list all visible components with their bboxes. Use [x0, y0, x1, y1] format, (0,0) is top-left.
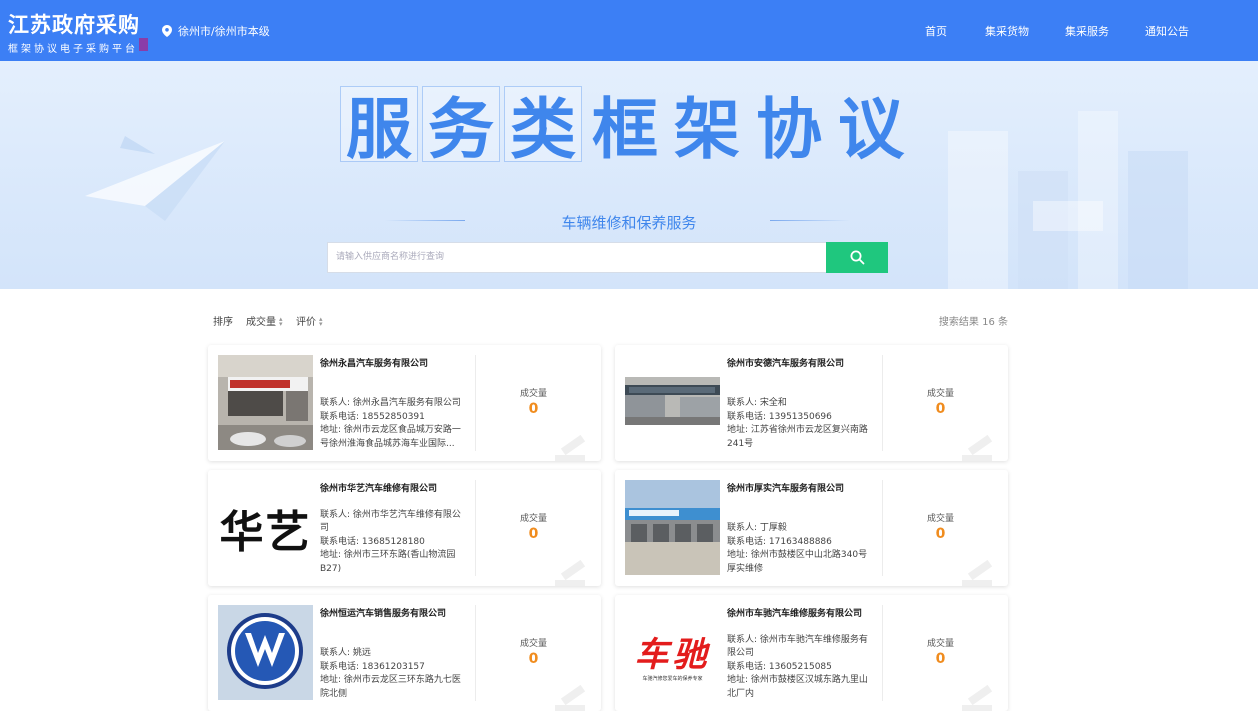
gavel-watermark-icon [555, 559, 586, 586]
site-logo-title[interactable]: 江苏政府采购 [8, 9, 140, 39]
supplier-card[interactable]: 徐州市厚实汽车服务有限公司 联系人: 丁厚毅 联系电话: 17163488886… [615, 470, 1008, 586]
deal-count-label: 成交量 [926, 514, 954, 524]
supplier-name[interactable]: 徐州市华艺汽车维修有限公司 [320, 481, 570, 494]
supplier-card[interactable]: 徐州市安德汽车服务有限公司 联系人: 宋全和 联系电话: 13951350696… [615, 345, 1008, 461]
chechi-logo-tagline: 车驰汽修您爱车的保养专家 [642, 676, 703, 682]
supplier-phone: 联系电话: 13685128180 [320, 536, 425, 547]
site-logo-subtitle: 框架协议电子采购平台 [8, 44, 138, 55]
supplier-address: 地址: 徐州市云龙区三环东路九七医院北侧 [320, 675, 461, 699]
sort-by-deals-label: 成交量 [246, 317, 276, 328]
supplier-contact: 联系人: 宋全和 [727, 398, 787, 408]
deal-count-value: 0 [935, 651, 946, 667]
gavel-watermark-icon [962, 434, 993, 461]
supplier-address: 地址: 徐州市云龙区食品城万安路一号徐州淮海食品城苏海车业国际... [320, 425, 461, 449]
supplier-address: 地址: 徐州市鼓楼区汉城东路九里山北厂内 [727, 675, 868, 699]
banner-title-char: 议 [838, 91, 904, 168]
hero-banner: 服 务 类 框 架 协 议 车辆维修和保养服务 请输入供应商名称进行查询 [0, 61, 1258, 289]
supplier-contact: 联系人: 徐州市华艺汽车维修有限公司 [320, 509, 461, 534]
supplier-phone: 联系电话: 13605215085 [727, 661, 832, 672]
supplier-contact: 联系人: 徐州永昌汽车服务有限公司 [320, 398, 461, 408]
banner-title-char: 服 [340, 86, 418, 168]
nav-goods[interactable]: 集采货物 [985, 23, 1029, 39]
banner-title-char: 框 [592, 91, 658, 168]
chechi-logo-text: 车驰 [634, 635, 711, 675]
banner-title-char: 务 [422, 86, 500, 168]
nav-home[interactable]: 首页 [925, 23, 947, 39]
sort-by-rating-label: 评价 [296, 317, 316, 328]
buildings-decoration [948, 111, 1188, 289]
sort-by-deals[interactable]: 成交量 ▴ ▾ [246, 313, 283, 329]
gavel-watermark-icon [555, 684, 586, 711]
supplier-contact: 联系人: 徐州市车驰汽车维修服务有限公司 [727, 634, 868, 659]
supplier-name[interactable]: 徐州恒运汽车销售服务有限公司 [320, 606, 570, 619]
region-selector[interactable]: 徐州市/徐州市本级 [162, 23, 270, 39]
supplier-address: 地址: 徐州市鼓楼区中山北路340号厚实维修 [727, 550, 868, 574]
sort-arrows-icon: ▴ ▾ [319, 315, 323, 328]
banner-subtitle: 车辆维修和保养服务 [561, 214, 697, 232]
region-label: 徐州市/徐州市本级 [178, 25, 270, 38]
deal-count-value: 0 [528, 401, 539, 417]
nav-notices[interactable]: 通知公告 [1145, 23, 1189, 39]
gavel-watermark-icon [962, 559, 993, 586]
top-header: 江苏政府采购 框架协议电子采购平台 徐州市/徐州市本级 首页 集采货物 集采服务… [0, 0, 1258, 61]
supplier-card[interactable]: 车驰 车驰汽修您爱车的保养专家 徐州市车驰汽车维修服务有限公司 联系人: 徐州市… [615, 595, 1008, 711]
banner-title-char: 类 [504, 86, 582, 168]
deal-count-label: 成交量 [519, 639, 547, 649]
supplier-phone: 联系电话: 13951350696 [727, 411, 832, 422]
sort-arrows-icon: ▴ ▾ [279, 315, 283, 328]
deal-count-label: 成交量 [519, 389, 547, 399]
banner-title-char: 架 [674, 91, 740, 168]
supplier-contact: 联系人: 丁厚毅 [727, 523, 787, 533]
deal-count-label: 成交量 [519, 514, 547, 524]
subtitle-line-right [770, 220, 850, 221]
supplier-phone: 联系电话: 17163488886 [727, 536, 832, 547]
deal-count-value: 0 [528, 651, 539, 667]
supplier-card[interactable]: 徐州恒运汽车销售服务有限公司 联系人: 姚远 联系电话: 18361203157… [208, 595, 601, 711]
search-button[interactable] [826, 242, 888, 273]
deal-count-label: 成交量 [926, 639, 954, 649]
search-icon [850, 250, 864, 265]
gavel-watermark-icon [555, 434, 586, 461]
supplier-name[interactable]: 徐州永昌汽车服务有限公司 [320, 356, 570, 369]
supplier-card[interactable]: 徐州永昌汽车服务有限公司 联系人: 徐州永昌汽车服务有限公司 联系电话: 185… [208, 345, 601, 461]
supplier-photo [625, 480, 720, 575]
supplier-search-input[interactable]: 请输入供应商名称进行查询 [327, 242, 827, 273]
supplier-card[interactable]: 华艺 徐州市华艺汽车维修有限公司 联系人: 徐州市华艺汽车维修有限公司 联系电话… [208, 470, 601, 586]
supplier-logo: 车驰 车驰汽修您爱车的保养专家 [625, 605, 720, 700]
nav-services[interactable]: 集采服务 [1065, 23, 1109, 39]
gavel-watermark-icon [962, 684, 993, 711]
banner-title-char: 协 [756, 91, 822, 168]
supplier-phone: 联系电话: 18361203157 [320, 661, 425, 672]
supplier-phone: 联系电话: 18552850391 [320, 411, 425, 422]
supplier-photo [625, 355, 720, 450]
supplier-name[interactable]: 徐州市安德汽车服务有限公司 [727, 356, 977, 369]
location-pin-icon [162, 25, 172, 37]
deal-count-value: 0 [935, 401, 946, 417]
sort-label: 排序 [213, 317, 233, 328]
supplier-address: 地址: 江苏省徐州市云龙区复兴南路241号 [727, 425, 868, 449]
sort-by-rating[interactable]: 评价 ▴ ▾ [296, 313, 323, 329]
supplier-address: 地址: 徐州市三环东路(香山物流园B27) [320, 550, 456, 574]
logo-mark [139, 38, 148, 51]
result-count: 搜索结果 16 条 [938, 317, 1008, 328]
banner-title: 服 务 类 框 架 协 议 [340, 86, 910, 168]
supplier-logo [218, 605, 313, 700]
deal-count-value: 0 [935, 526, 946, 542]
supplier-logo: 华艺 [218, 480, 313, 575]
supplier-name[interactable]: 徐州市厚实汽车服务有限公司 [727, 481, 977, 494]
supplier-contact: 联系人: 姚远 [320, 648, 371, 658]
huayi-logo-text: 华艺 [219, 506, 312, 558]
supplier-name[interactable]: 徐州市车驰汽车维修服务有限公司 [727, 606, 977, 619]
supplier-photo [218, 355, 313, 450]
deal-count-value: 0 [528, 526, 539, 542]
deal-count-label: 成交量 [926, 389, 954, 399]
